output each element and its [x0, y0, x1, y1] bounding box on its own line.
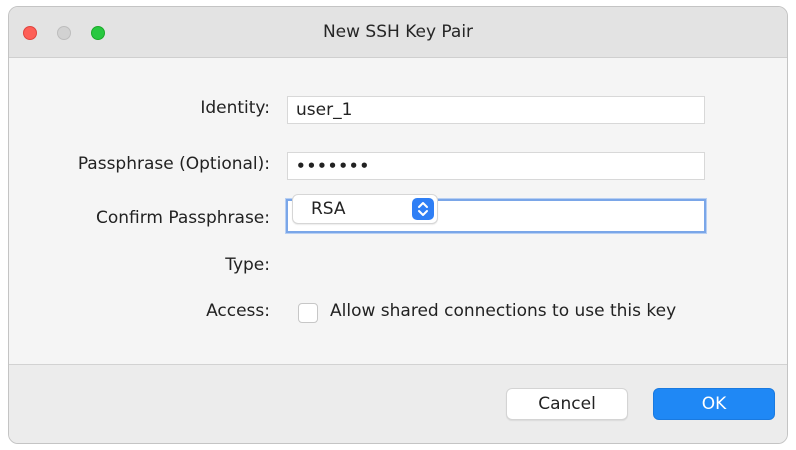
ok-button[interactable]: OK [653, 388, 775, 420]
type-label: Type: [225, 255, 270, 275]
access-label: Access: [206, 301, 270, 321]
cancel-button[interactable]: Cancel [506, 388, 628, 420]
passphrase-field[interactable]: ••••••• [287, 152, 705, 180]
allow-shared-connections-checkbox[interactable] [298, 303, 318, 323]
type-select-value: RSA [311, 199, 346, 219]
identity-field[interactable]: user_1 [287, 96, 705, 124]
type-select[interactable]: RSA [292, 194, 438, 224]
window-title: New SSH Key Pair [322, 22, 474, 42]
title-bar: New SSH Key Pair [9, 7, 787, 58]
confirm-passphrase-label: Confirm Passphrase: [95, 208, 270, 228]
passphrase-label: Passphrase (Optional): [77, 154, 270, 174]
ssh-key-pair-dialog: New SSH Key Pair Identity: user_1 Passph… [8, 6, 788, 444]
chevron-up-down-icon[interactable] [412, 198, 434, 220]
passphrase-masked-value: ••••••• [296, 157, 371, 175]
identity-label: Identity: [200, 98, 270, 118]
allow-shared-connections-label[interactable]: Allow shared connections to use this key [330, 301, 676, 321]
